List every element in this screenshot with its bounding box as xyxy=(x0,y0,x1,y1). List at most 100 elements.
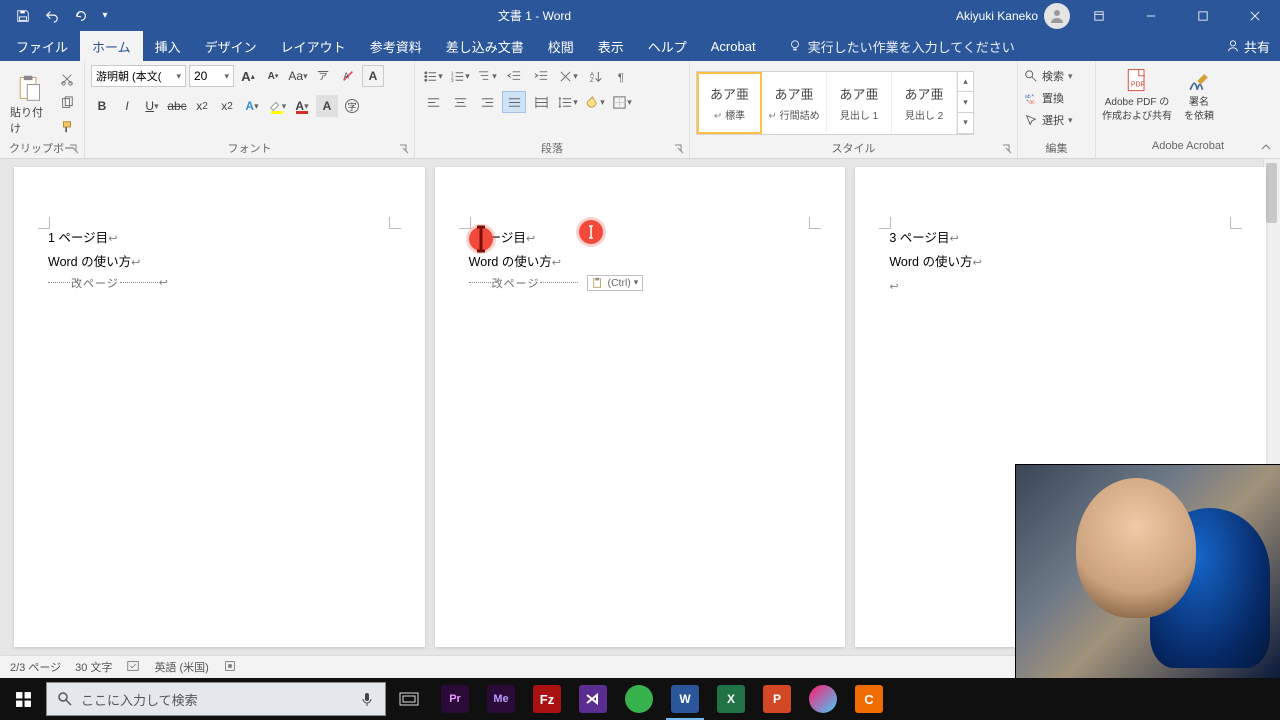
tab-file[interactable]: ファイル xyxy=(4,31,80,62)
maximize-icon[interactable] xyxy=(1180,0,1226,31)
tab-design[interactable]: デザイン xyxy=(193,31,269,62)
font-name-combo[interactable]: 游明朝 (本文(▾ xyxy=(91,65,186,87)
strikethrough-button[interactable]: abc xyxy=(166,95,188,117)
character-shading-icon[interactable]: A xyxy=(316,95,338,117)
italic-button[interactable]: I xyxy=(116,95,138,117)
multilevel-list-icon[interactable]: ▾ xyxy=(475,65,499,87)
copy-icon[interactable] xyxy=(56,92,78,114)
tab-mailings[interactable]: 差し込み文書 xyxy=(434,31,536,62)
font-color-icon[interactable]: A▾ xyxy=(291,95,313,117)
spellcheck-icon[interactable] xyxy=(126,659,140,676)
clear-formatting-icon[interactable]: A xyxy=(337,65,359,87)
gallery-up-icon[interactable]: ▴ xyxy=(958,72,973,93)
justify-icon[interactable] xyxy=(502,91,526,113)
app-mediaencoder-icon[interactable]: Me xyxy=(478,678,524,720)
request-signature-button[interactable]: 署名 を依頼 xyxy=(1184,67,1214,123)
font-size-combo[interactable]: 20▾ xyxy=(189,65,234,87)
app-powerpoint-icon[interactable]: P xyxy=(754,678,800,720)
highlight-color-icon[interactable]: ▾ xyxy=(266,95,288,117)
asian-layout-icon[interactable]: ▾ xyxy=(556,65,580,87)
bullets-icon[interactable]: ▾ xyxy=(421,65,445,87)
app-premiere-icon[interactable]: Pr xyxy=(432,678,478,720)
qat-customize-icon[interactable]: ▾ xyxy=(97,4,113,28)
show-marks-icon[interactable]: ¶ xyxy=(610,65,634,87)
cut-icon[interactable] xyxy=(56,68,78,90)
numbering-icon[interactable]: 123▾ xyxy=(448,65,472,87)
status-language[interactable]: 英語 (米国) xyxy=(154,659,208,675)
style-normal[interactable]: あア亜 ↵ 標準 xyxy=(697,72,762,134)
create-share-pdf-button[interactable]: PDF Adobe PDF の 作成および共有 xyxy=(1102,67,1172,123)
phonetic-guide-icon[interactable]: ア xyxy=(312,65,334,87)
app-camtasia-icon[interactable]: C xyxy=(846,678,892,720)
tab-insert[interactable]: 挿入 xyxy=(143,31,193,62)
shrink-font-icon[interactable]: A▾ xyxy=(262,65,284,87)
shading-icon[interactable]: ▾ xyxy=(583,91,607,113)
style-nospacing[interactable]: あア亜 ↵ 行間詰め xyxy=(762,72,827,134)
paste-button[interactable]: 貼り付け xyxy=(6,70,52,136)
style-heading1[interactable]: あア亜 見出し 1 xyxy=(827,72,892,134)
save-icon[interactable] xyxy=(10,4,36,28)
minimize-icon[interactable] xyxy=(1128,0,1174,31)
bold-button[interactable]: B xyxy=(91,95,113,117)
align-right-icon[interactable] xyxy=(475,91,499,113)
tell-me-search[interactable]: 実行したい作業を入力してください xyxy=(788,37,1015,56)
close-icon[interactable] xyxy=(1232,0,1278,31)
tab-review[interactable]: 校閲 xyxy=(536,31,586,62)
page-1[interactable]: 1 ページ目↩ Word の使い方↩ 改ページ↩ xyxy=(14,167,425,647)
find-button[interactable]: 検索▾ xyxy=(1024,65,1073,87)
superscript-button[interactable]: x2 xyxy=(216,95,238,117)
tab-help[interactable]: ヘルプ xyxy=(636,31,699,62)
redo-icon[interactable] xyxy=(68,4,94,28)
mic-icon[interactable] xyxy=(359,691,375,707)
text-effects-icon[interactable]: A▾ xyxy=(241,95,263,117)
ribbon-display-options-icon[interactable] xyxy=(1076,0,1122,31)
tab-references[interactable]: 参考資料 xyxy=(358,31,434,62)
increase-indent-icon[interactable] xyxy=(529,65,553,87)
taskview-icon[interactable] xyxy=(386,678,432,720)
paragraph-launcher-icon[interactable] xyxy=(673,144,685,156)
ribbon-collapse-icon[interactable] xyxy=(1260,140,1274,154)
clipboard-launcher-icon[interactable] xyxy=(68,144,80,156)
tab-acrobat[interactable]: Acrobat xyxy=(699,33,768,60)
replace-button[interactable]: abac置換 xyxy=(1024,87,1064,109)
tab-layout[interactable]: レイアウト xyxy=(269,31,358,62)
underline-button[interactable]: U▾ xyxy=(141,95,163,117)
page-2[interactable]: ージ目↩ Word の使い方↩ 改ページ (Ctrl)▾ xyxy=(435,167,846,647)
tab-home[interactable]: ホーム xyxy=(80,31,143,62)
tab-view[interactable]: 表示 xyxy=(586,31,636,62)
line-spacing-icon[interactable]: ▾ xyxy=(556,91,580,113)
paste-options-button[interactable]: (Ctrl)▾ xyxy=(587,275,643,291)
app-filezilla-icon[interactable]: Fz xyxy=(524,678,570,720)
gallery-down-icon[interactable]: ▾ xyxy=(958,92,973,113)
change-case-icon[interactable]: Aa▾ xyxy=(287,65,309,87)
select-button[interactable]: 選択▾ xyxy=(1024,109,1073,131)
share-button[interactable]: 共有 xyxy=(1226,37,1270,56)
character-border-icon[interactable]: A xyxy=(362,65,384,87)
format-painter-icon[interactable] xyxy=(56,116,78,138)
app-opera-icon[interactable] xyxy=(800,678,846,720)
font-launcher-icon[interactable] xyxy=(398,144,410,156)
app-word-icon[interactable]: W xyxy=(662,678,708,720)
distributed-icon[interactable] xyxy=(529,91,553,113)
sort-icon[interactable]: AZ xyxy=(583,65,607,87)
app-chatwork-icon[interactable] xyxy=(616,678,662,720)
style-gallery-scroll[interactable]: ▴ ▾ ▾ xyxy=(957,72,973,134)
start-button[interactable] xyxy=(0,678,46,720)
styles-launcher-icon[interactable] xyxy=(1001,144,1013,156)
style-heading2[interactable]: あア亜 見出し 2 xyxy=(892,72,957,134)
align-left-icon[interactable] xyxy=(421,91,445,113)
app-excel-icon[interactable]: X xyxy=(708,678,754,720)
status-page[interactable]: 2/3 ページ xyxy=(10,659,61,675)
subscript-button[interactable]: x2 xyxy=(191,95,213,117)
gallery-more-icon[interactable]: ▾ xyxy=(958,113,973,134)
decrease-indent-icon[interactable] xyxy=(502,65,526,87)
status-words[interactable]: 30 文字 xyxy=(75,659,112,675)
enclose-characters-icon[interactable]: 字 xyxy=(341,95,363,117)
user-avatar-icon[interactable] xyxy=(1044,3,1070,29)
macro-icon[interactable] xyxy=(223,659,237,676)
grow-font-icon[interactable]: A▴ xyxy=(237,65,259,87)
undo-icon[interactable] xyxy=(39,4,65,28)
taskbar-search[interactable]: ここに入力して検索 xyxy=(46,682,386,716)
align-center-icon[interactable] xyxy=(448,91,472,113)
scrollbar-thumb[interactable] xyxy=(1266,163,1277,223)
